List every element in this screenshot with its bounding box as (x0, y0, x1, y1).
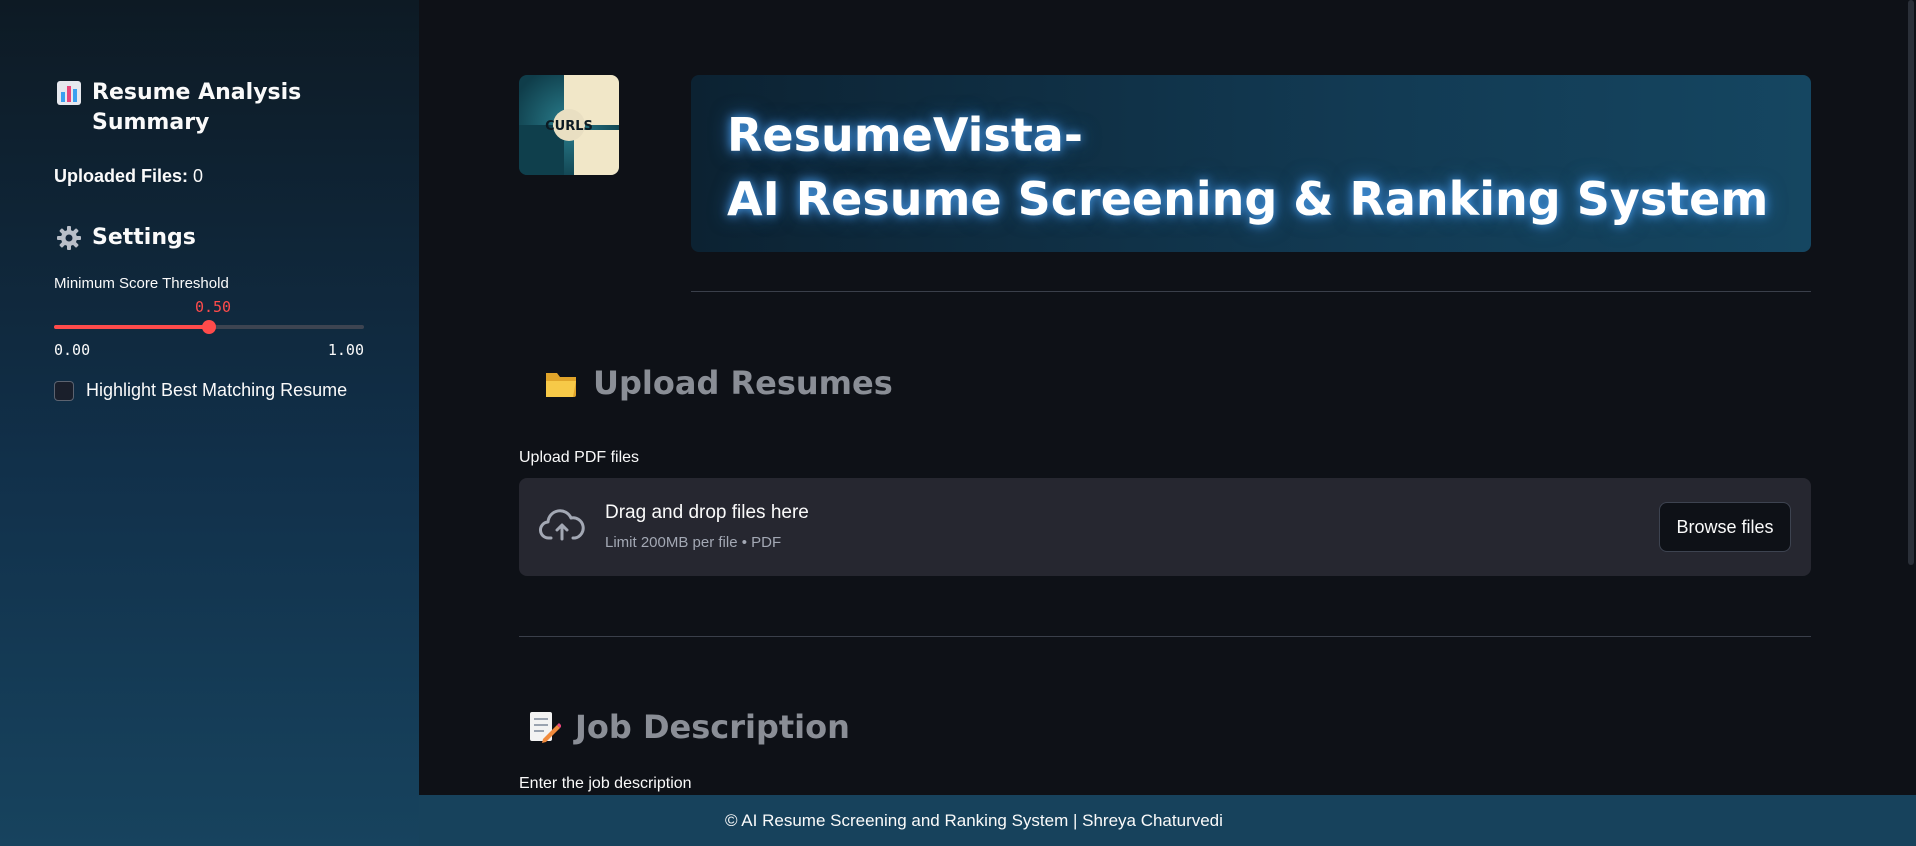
app-title-line2: AI Resume Screening & Ranking System (727, 172, 1769, 226)
checkbox-label[interactable]: Highlight Best Matching Resume (86, 380, 347, 401)
divider (519, 636, 1811, 637)
summary-title: Resume Analysis Summary (92, 80, 302, 135)
job-section-heading: Job Description (525, 708, 850, 746)
slider-min-label: 0.00 (54, 341, 91, 359)
job-description-label: Enter the job description (519, 775, 692, 792)
settings-heading: Settings (54, 223, 365, 253)
scrollbar[interactable] (1908, 0, 1914, 565)
settings-title: Settings (92, 225, 196, 250)
footer: © AI Resume Screening and Ranking System… (419, 795, 1916, 846)
sidebar: Resume Analysis Summary Uploaded Files: … (0, 0, 419, 846)
slider-max-label: 1.00 (327, 341, 364, 359)
divider (691, 291, 1811, 292)
threshold-slider[interactable]: 0.50 0.00 1.00 (54, 298, 364, 360)
folder-icon (546, 373, 576, 397)
uploaded-files: Uploaded Files: 0 (54, 166, 365, 187)
job-section-title: Job Description (575, 708, 850, 746)
bar-chart-icon (57, 81, 81, 105)
app-title-line1: ResumeVista- (727, 108, 1083, 162)
slider-track-fill (54, 325, 209, 329)
upload-section-heading: Upload Resumes (543, 364, 893, 402)
summary-heading: Resume Analysis Summary (54, 78, 365, 138)
logo-image: CURLS (519, 75, 619, 175)
upload-field-label: Upload PDF files (519, 449, 640, 466)
browse-files-button[interactable]: Browse files (1659, 502, 1791, 552)
uploaded-label: Uploaded Files: (54, 166, 189, 186)
footer-text: © AI Resume Screening and Ranking System… (725, 810, 1223, 830)
dropzone-title: Drag and drop files here (605, 502, 809, 523)
file-dropzone[interactable]: Drag and drop files here Limit 200MB per… (519, 478, 1811, 576)
title-banner: ResumeVista- AI Resume Screening & Ranki… (691, 75, 1811, 252)
cloud-upload-icon (539, 509, 585, 541)
highlight-best-checkbox[interactable]: Highlight Best Matching Resume (54, 380, 365, 401)
uploaded-count: 0 (193, 166, 204, 186)
logo-text: CURLS (545, 119, 593, 134)
logo: CURLS (519, 75, 619, 175)
checkbox-box[interactable] (54, 380, 74, 401)
main-content: CURLS ResumeVista- AI Resume Screening &… (419, 0, 1916, 846)
dropzone-subtitle: Limit 200MB per file • PDF (605, 534, 782, 551)
slider-handle[interactable] (202, 320, 216, 334)
upload-section-title: Upload Resumes (593, 364, 893, 402)
slider-value: 0.50 (194, 298, 232, 316)
threshold-label: Minimum Score Threshold (54, 275, 229, 292)
memo-icon (530, 712, 561, 743)
gear-icon (57, 226, 81, 250)
